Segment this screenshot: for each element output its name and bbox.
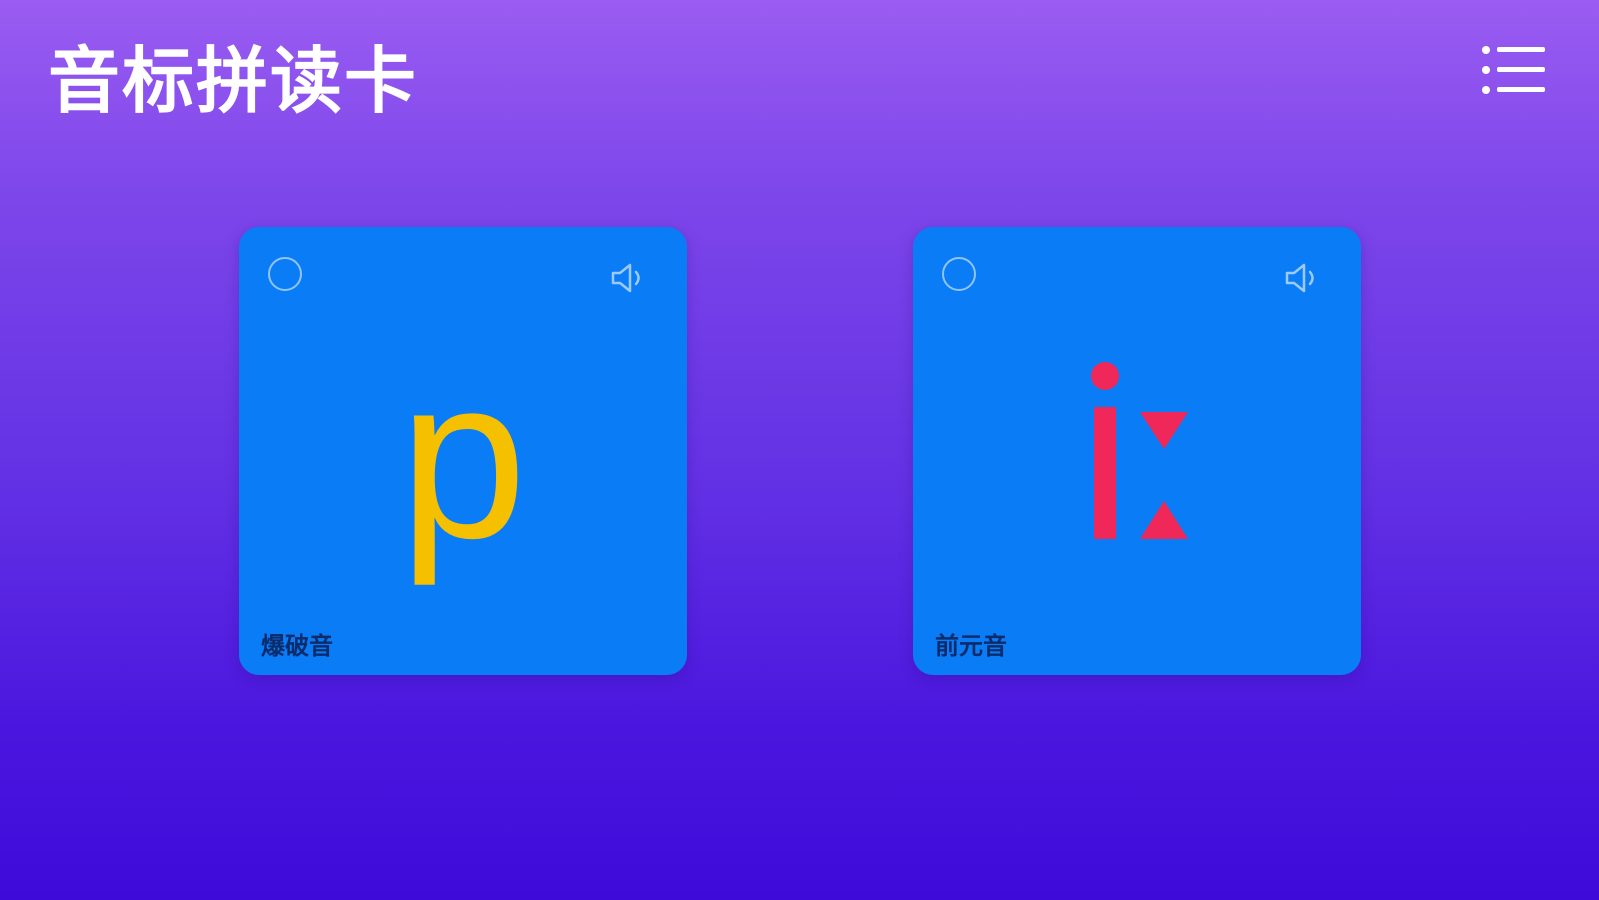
phonetic-card-p[interactable]: p 爆破音 [239, 227, 687, 675]
category-label: 前元音 [935, 632, 1007, 660]
i-dot [1091, 362, 1119, 390]
phonetic-card-ii[interactable]: 前元音 [913, 227, 1361, 675]
card-grid: p 爆破音 前元音 [0, 0, 1599, 900]
length-mark-top [1140, 412, 1188, 449]
length-mark-bottom [1140, 501, 1188, 539]
category-label: 爆破音 [261, 632, 333, 660]
phonetic-symbol: p [239, 227, 687, 675]
phonetic-symbol [913, 227, 1361, 675]
i-stem [1094, 407, 1116, 539]
symbol-text: p [399, 329, 527, 586]
symbol-text [1091, 362, 1188, 539]
